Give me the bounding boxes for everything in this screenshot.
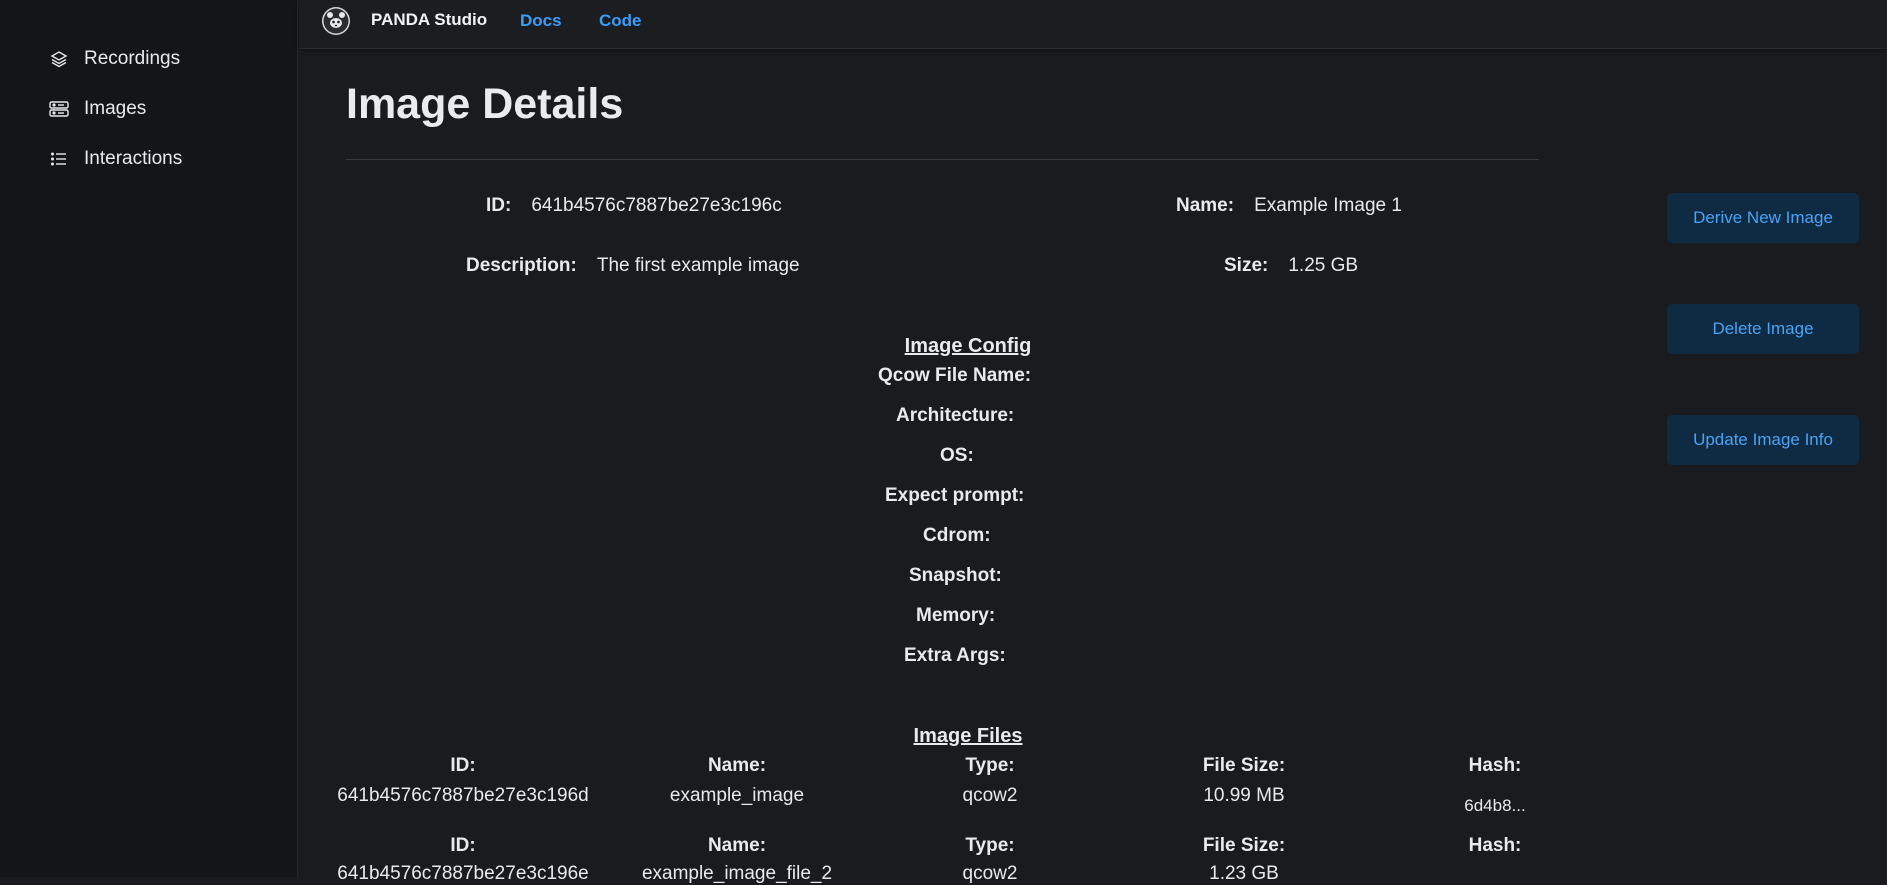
file-id-header: ID:	[450, 835, 476, 856]
sidebar-item-images[interactable]: Images	[48, 98, 146, 120]
panda-logo-icon[interactable]	[321, 6, 351, 36]
sidebar: Recordings Images Interactions	[0, 0, 298, 877]
file-id-value: 641b4576c7887be27e3c196d	[337, 785, 589, 806]
file-size-value: 1.23 GB	[1209, 863, 1279, 884]
os-label: OS:	[940, 445, 974, 466]
page-title: Image Details	[346, 80, 624, 128]
image-config-title: Image Config	[904, 335, 1032, 357]
size-value: 1.25 GB	[1288, 255, 1359, 276]
memory-label: Memory:	[916, 605, 996, 626]
description-value: The first example image	[596, 255, 800, 276]
sidebar-item-recordings[interactable]: Recordings	[48, 48, 180, 70]
sidebar-item-label: Interactions	[84, 148, 183, 169]
file-hash-value: 6d4b8...	[1464, 796, 1526, 815]
sidebar-item-label: Images	[84, 98, 147, 119]
name-label: Name:	[1176, 195, 1235, 216]
file-hash-header: Hash:	[1468, 755, 1522, 776]
id-label: ID:	[486, 195, 512, 216]
server-icon	[48, 98, 70, 120]
brand-name[interactable]: PANDA Studio	[371, 10, 487, 30]
file-id-value: 641b4576c7887be27e3c196e	[337, 863, 589, 884]
sidebar-item-interactions[interactable]: Interactions	[48, 148, 182, 170]
update-image-info-button[interactable]: Update Image Info	[1667, 415, 1859, 465]
image-description-field: Description: The first example image	[466, 255, 800, 277]
docs-link[interactable]: Docs	[520, 11, 562, 31]
size-label: Size:	[1224, 255, 1269, 276]
qcow-file-name-label: Qcow File Name:	[878, 365, 1032, 386]
id-value: 641b4576c7887be27e3c196c	[531, 195, 782, 216]
name-value: Example Image 1	[1254, 195, 1402, 216]
file-hash-header: Hash:	[1468, 835, 1522, 856]
image-size-field: Size: 1.25 GB	[1224, 255, 1358, 277]
title-divider	[346, 159, 1539, 160]
description-label: Description:	[466, 255, 577, 276]
architecture-label: Architecture:	[896, 405, 1015, 426]
sidebar-item-label: Recordings	[84, 48, 181, 69]
derive-new-image-button[interactable]: Derive New Image	[1667, 193, 1859, 243]
top-header: PANDA Studio Docs Code	[299, 0, 1887, 49]
cdrom-label: Cdrom:	[923, 525, 991, 546]
image-name-field: Name: Example Image 1	[1176, 195, 1402, 217]
file-id-header: ID:	[450, 755, 476, 776]
extra-args-label: Extra Args:	[904, 645, 1006, 666]
delete-image-button[interactable]: Delete Image	[1667, 304, 1859, 354]
image-files-title: Image Files	[913, 725, 1023, 747]
image-id-field: ID: 641b4576c7887be27e3c196c	[486, 195, 782, 217]
snapshot-label: Snapshot:	[909, 565, 1002, 586]
list-icon	[48, 148, 70, 170]
expect-prompt-label: Expect prompt:	[885, 485, 1025, 506]
code-link[interactable]: Code	[599, 11, 642, 31]
main-content: Image Details ID: 641b4576c7887be27e3c196…	[299, 50, 1887, 884]
layers-icon	[48, 48, 70, 70]
